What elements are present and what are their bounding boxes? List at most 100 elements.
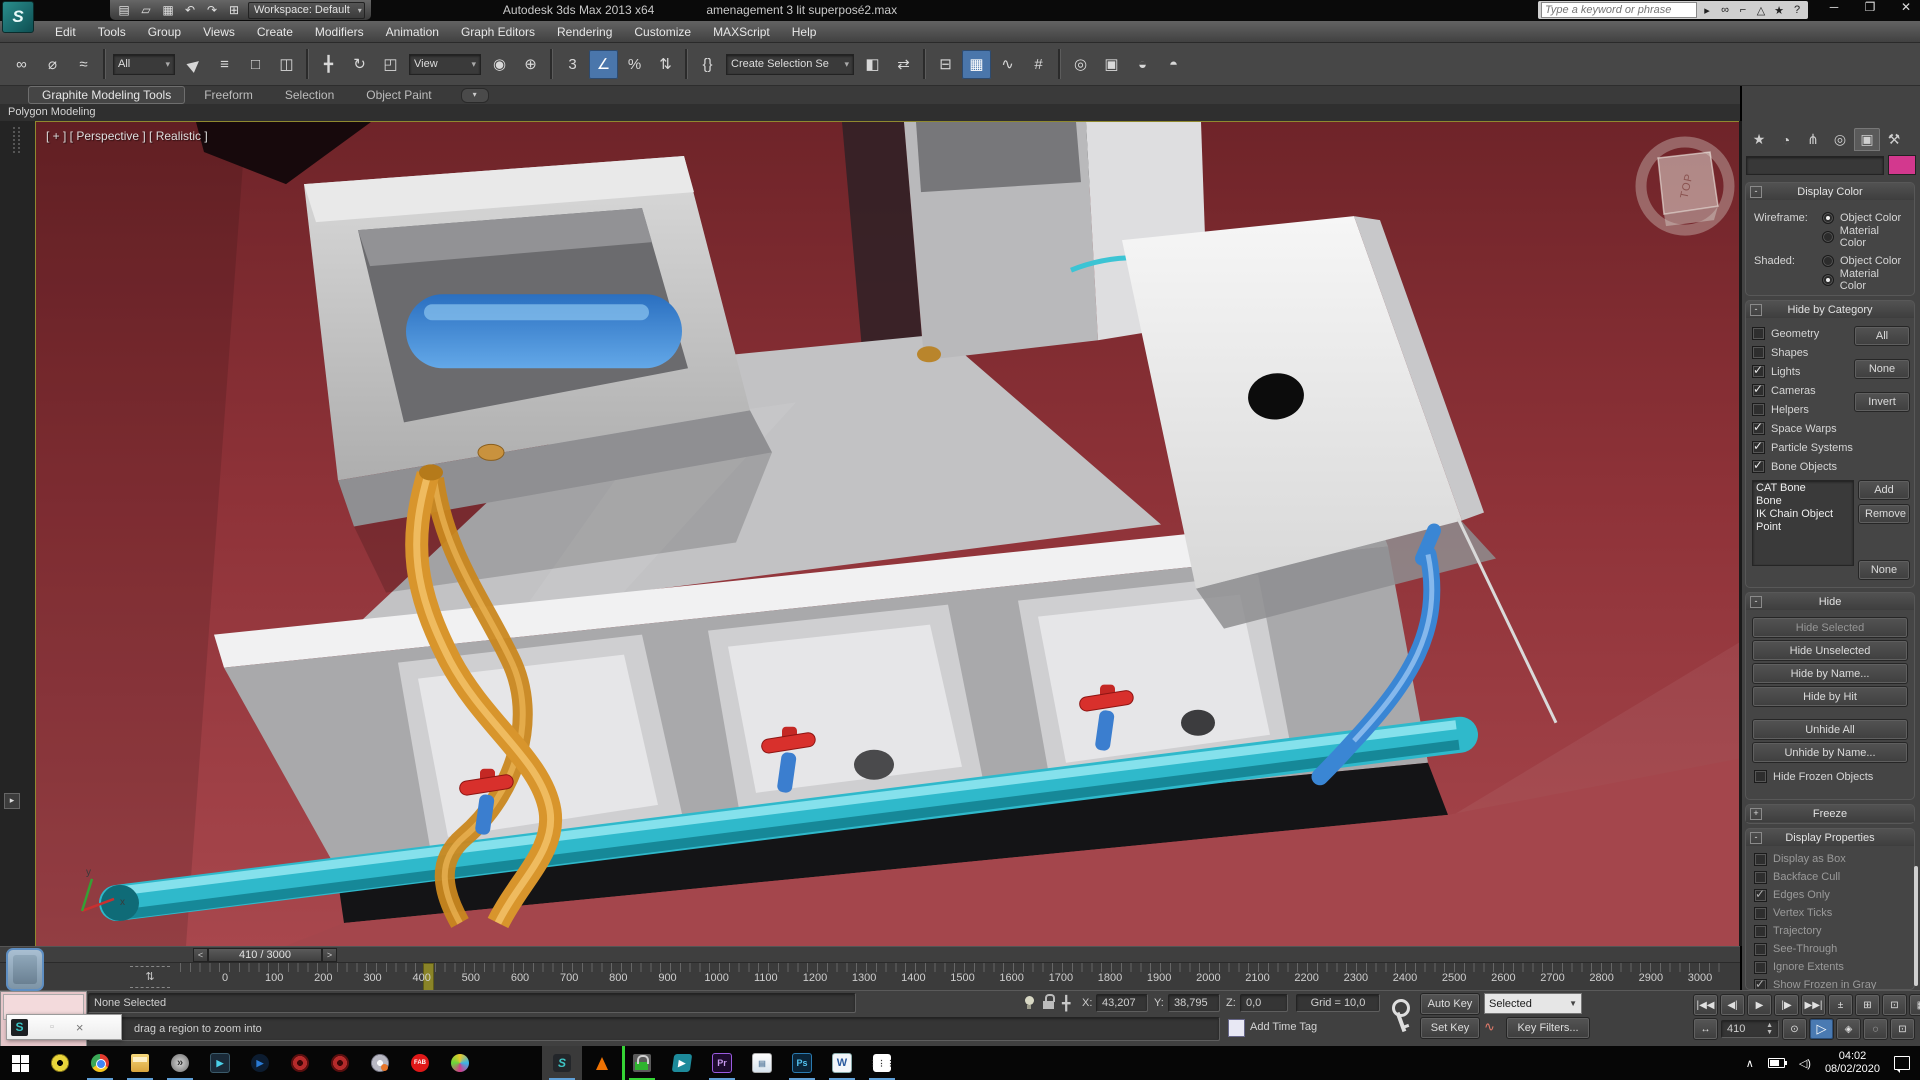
frame-spinner[interactable]: ▲▼ [1766,1022,1773,1036]
schematic-view-icon[interactable]: # [1024,50,1053,79]
transform-type-in-icon[interactable]: ╋ [1062,995,1070,1012]
create-tab[interactable]: ★ [1746,128,1772,151]
hide-by-category-header[interactable]: - Hide by Category [1746,301,1914,318]
auto-key-button[interactable]: Auto Key [1420,993,1480,1015]
freeze-header[interactable]: + Freeze [1746,805,1914,822]
named-selection-sets-dropdown[interactable]: Create Selection Se▾ [726,54,854,75]
open-file-icon[interactable]: ▱ [138,3,154,17]
category-checkbox-helpers[interactable] [1752,403,1765,416]
wireframe-object-color-radio[interactable] [1822,212,1834,224]
select-and-scale-icon[interactable]: ◰ [376,50,405,79]
viewport-label[interactable]: [ + ] [ Perspective ] [ Realistic ] [46,129,208,143]
category-checkbox-bone-objects[interactable] [1752,460,1765,473]
graphite-ribbon-toggle-icon[interactable]: ▦ [962,50,991,79]
menu-modifiers[interactable]: Modifiers [304,21,375,42]
adaptive-degradation-icon[interactable] [1022,996,1036,1012]
property-checkbox-trajectory[interactable] [1754,925,1767,938]
invert-category-button[interactable]: Invert [1854,392,1910,412]
ribbon-panel-polygon-modeling[interactable]: Polygon Modeling [0,104,1740,121]
collapse-icon[interactable]: - [1750,596,1762,608]
render-production-icon[interactable]: ◒ [1128,50,1157,79]
previous-frame-arrow[interactable]: < [193,948,208,962]
action-center-icon[interactable] [1894,1056,1910,1070]
menu-group[interactable]: Group [137,21,192,42]
time-configuration-icon[interactable]: ⊙ [1782,1018,1807,1040]
reference-coordinate-dropdown[interactable]: View▾ [409,54,481,75]
key-mode-toggle-button[interactable]: ↔ [1693,1018,1718,1040]
selection-lock-icon[interactable] [1043,998,1055,1010]
unhide-by-name--button[interactable]: Unhide by Name... [1752,742,1908,763]
vlc[interactable] [582,1046,622,1080]
close-mini-icon[interactable]: × [76,1020,84,1035]
workspace-dropdown[interactable]: Workspace: Default [248,2,365,19]
category-checkbox-shapes[interactable] [1752,346,1765,359]
help-icon[interactable]: ? [1789,4,1805,17]
tray-chevron-icon[interactable]: ∧ [1746,1057,1754,1070]
category-checkbox-lights[interactable] [1752,365,1765,378]
perspective-viewport[interactable]: TOP x y [ + ] [ Perspective ] [ Realisti… [35,121,1740,947]
hide-header[interactable]: - Hide [1746,593,1914,610]
taskbar-clock[interactable]: 04:02 08/02/2020 [1825,1050,1880,1076]
remove-list-button[interactable]: Remove [1858,504,1910,524]
notepad[interactable]: ▤ [742,1046,782,1080]
select-and-link-icon[interactable]: ∞ [7,50,36,79]
mirror-icon[interactable]: ◧ [858,50,887,79]
search-input[interactable] [1541,2,1697,18]
align-icon[interactable]: ⇄ [889,50,918,79]
dvdfab[interactable]: FAB [400,1046,440,1080]
expand-icon[interactable]: + [1750,808,1762,820]
list-item[interactable]: IK Chain Object [1756,508,1850,521]
use-pivot-point-icon[interactable]: ◉ [485,50,514,79]
percent-snap-icon[interactable]: % [620,50,649,79]
selection-set-dropdown[interactable]: Selected▼ [1484,993,1582,1014]
list-item[interactable]: CAT Bone [1756,482,1850,495]
time-slider-grip[interactable]: < 410 / 3000 > [193,948,337,962]
rectangular-selection-region-icon[interactable]: □ [241,50,270,79]
time-slider-track[interactable]: < 410 / 3000 > [0,946,1740,963]
object-color-swatch[interactable] [1888,155,1916,175]
chrome[interactable] [80,1046,120,1080]
wireframe-material-color-radio[interactable] [1822,231,1834,243]
next-frame-button[interactable]: |▶ [1774,994,1799,1016]
none-list-button[interactable]: None [1858,560,1910,580]
property-checkbox-ignore-extents[interactable] [1754,961,1767,974]
restore-button[interactable]: ❐ [1860,0,1880,14]
burning-app-1[interactable] [280,1046,320,1080]
hide-by-hit-button[interactable]: Hide by Hit [1752,686,1908,707]
shaded-material-color-radio[interactable] [1822,274,1834,286]
category-checkbox-geometry[interactable] [1752,327,1765,340]
maximize-viewport-toggle-icon[interactable]: ⊡ [1890,1018,1915,1040]
bone-category-list[interactable]: CAT BoneBoneIK Chain ObjectPoint [1752,480,1854,566]
menu-maxscript[interactable]: MAXScript [702,21,781,42]
undo-icon[interactable]: ↶ [182,3,198,17]
snap-toggle-3d-icon[interactable]: 3 [558,50,587,79]
play-animation-button[interactable]: ▶ [1747,994,1772,1016]
sign-in-key-icon[interactable]: ⌐ [1735,4,1751,17]
track-bar-toggle-icon[interactable]: ⇅ [130,966,170,988]
restore-mini-icon[interactable]: ▫ [50,1021,54,1033]
time-tag-icon[interactable] [1228,1019,1245,1037]
search-go-icon[interactable]: ▸ [1699,4,1715,17]
shaded-object-color-radio[interactable] [1822,255,1834,267]
collapse-icon[interactable]: - [1750,304,1762,316]
save-file-icon[interactable]: ▦ [160,3,176,17]
menu-graph-editors[interactable]: Graph Editors [450,21,546,42]
key-filters-button[interactable]: Key Filters... [1506,1017,1590,1039]
property-checkbox-see-through[interactable] [1754,943,1767,956]
utilities-tab[interactable]: ⚒ [1881,128,1907,151]
unlink-selection-icon[interactable]: ⌀ [38,50,67,79]
collapse-icon[interactable]: - [1750,832,1762,844]
ribbon-tab-object-paint[interactable]: Object Paint [353,87,444,103]
video-converter-app[interactable]: ▶ [200,1046,240,1080]
panel-scrollbar[interactable] [1914,866,1918,986]
property-checkbox-backface-cull[interactable] [1754,871,1767,884]
menu-views[interactable]: Views [192,21,246,42]
unhide-all-button[interactable]: Unhide All [1752,719,1908,740]
capture-app[interactable]: ▶ [662,1046,702,1080]
communication-center-icon[interactable]: △ [1753,4,1769,17]
curve-editor-icon[interactable]: ∿ [993,50,1022,79]
menu-rendering[interactable]: Rendering [546,21,623,42]
property-checkbox-display-as-box[interactable] [1754,853,1767,866]
list-item[interactable]: Point [1756,521,1850,534]
rendered-frame-window-icon[interactable]: ▣ [1097,50,1126,79]
